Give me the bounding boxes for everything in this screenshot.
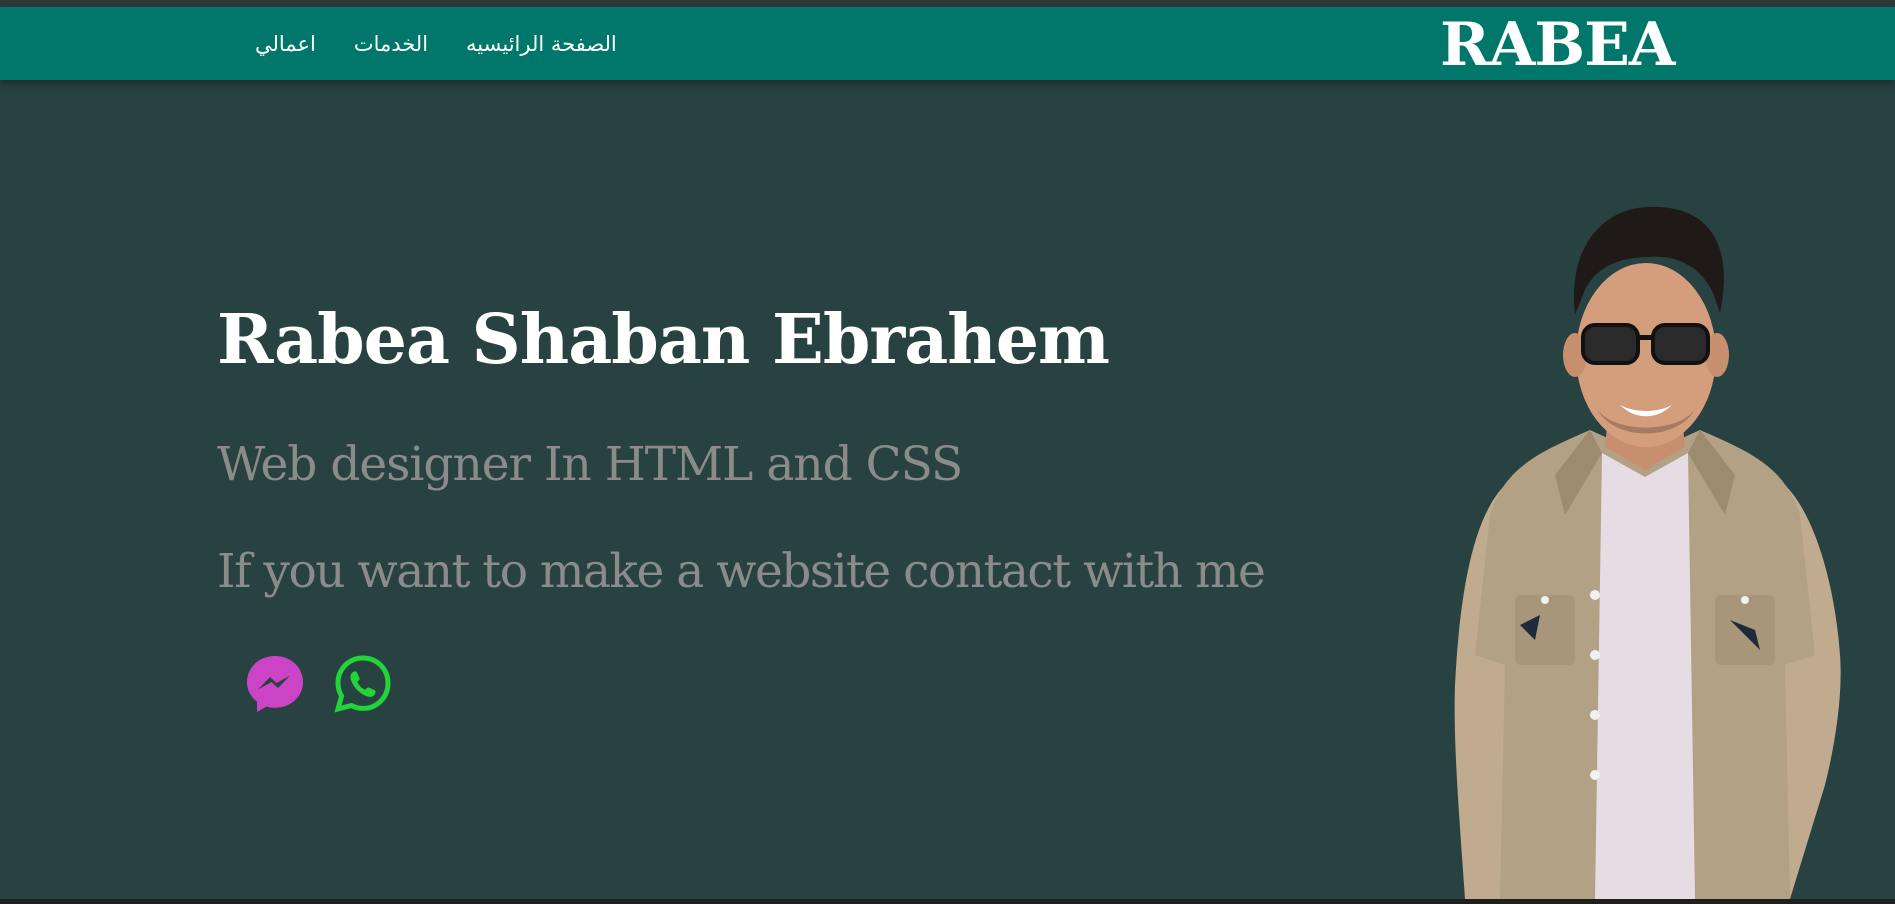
- brand-logo[interactable]: RABEA: [1440, 9, 1675, 82]
- hero-name-heading: Rabea Shaban Ebrahem: [217, 300, 1110, 380]
- social-links: [244, 653, 394, 715]
- hero-contact-text: If you want to make a website contact wi…: [217, 544, 1266, 599]
- messenger-icon: [247, 656, 303, 712]
- hero-role-text: Web designer In HTML and CSS: [217, 437, 963, 492]
- top-navbar: اعمالي الخدمات الصفحة الرائيسيه RABEA: [0, 7, 1895, 80]
- window-bottom-strip: [0, 899, 1895, 904]
- nav-item-services[interactable]: الخدمات: [354, 32, 428, 56]
- whatsapp-link[interactable]: [332, 653, 394, 715]
- profile-photo: [1395, 185, 1895, 899]
- nav-item-home[interactable]: الصفحة الرائيسيه: [466, 32, 617, 56]
- hero-section: Rabea Shaban Ebrahem Web designer In HTM…: [0, 80, 1895, 899]
- nav-links: اعمالي الخدمات الصفحة الرائيسيه: [255, 7, 617, 80]
- messenger-link[interactable]: [244, 653, 306, 715]
- whatsapp-icon: [334, 655, 391, 713]
- nav-item-my-works[interactable]: اعمالي: [255, 32, 316, 56]
- window-top-strip: [0, 0, 1895, 7]
